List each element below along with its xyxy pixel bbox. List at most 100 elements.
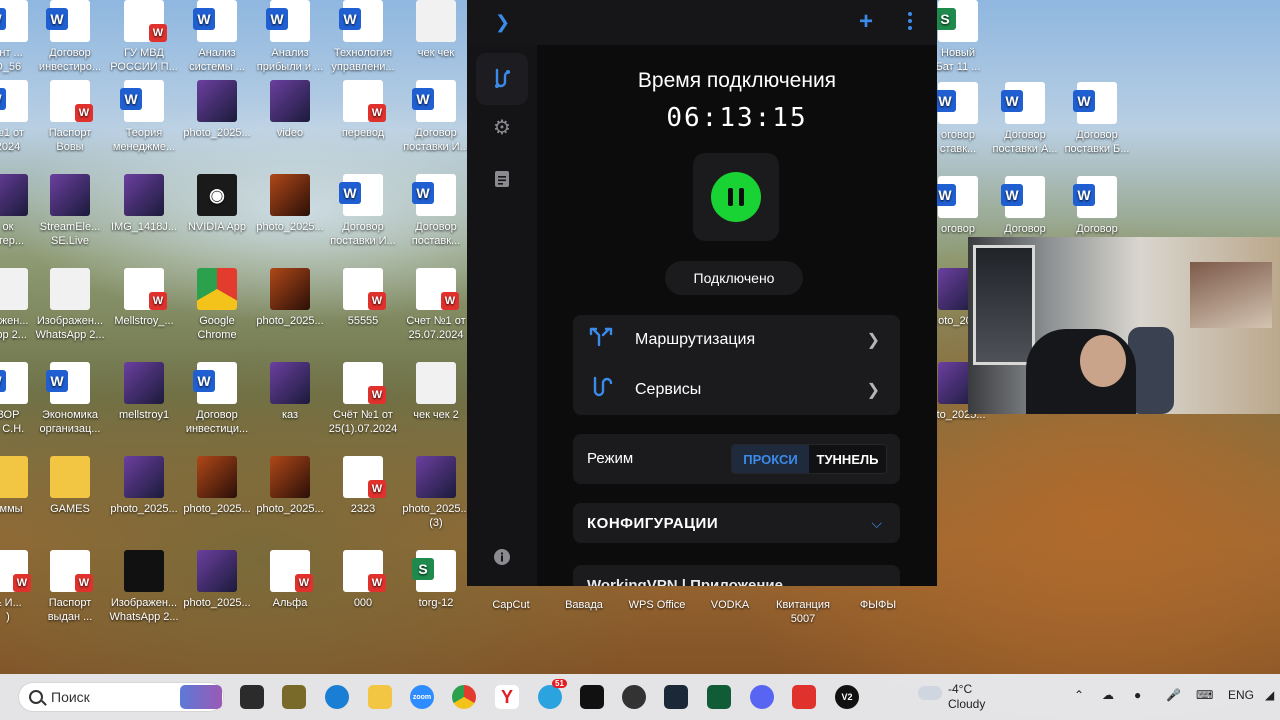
tray-chevron-icon[interactable]: ⌃ [1074, 688, 1084, 702]
edge-icon[interactable] [325, 685, 349, 709]
widget-icon[interactable] [180, 685, 222, 709]
desktop-bottom-icon-3[interactable]: VODKA [690, 598, 770, 612]
logs-nav-button[interactable] [476, 153, 528, 205]
desktop-icon-3[interactable]: Анализ системы ... [177, 0, 257, 74]
capcut-icon[interactable] [580, 685, 604, 709]
language-indicator[interactable]: ENG [1228, 688, 1254, 702]
wps-icon[interactable] [792, 685, 816, 709]
desktop-right-icon-3[interactable]: Договор поставки Б... [1057, 82, 1137, 156]
zoom-icon[interactable]: zoom [410, 685, 434, 709]
desktop-icon-4[interactable]: Анализ прибыли и ... [250, 0, 330, 74]
file-icon [50, 80, 93, 122]
desktop-icon-6[interactable]: чек чек [396, 0, 476, 60]
tunnel-mode-option[interactable]: ТУННЕЛЬ [809, 445, 886, 473]
desktop-icon-26[interactable]: 55555 [323, 268, 403, 328]
weather-widget[interactable]: -4°C Cloudy [918, 682, 985, 712]
desktop-icon-36[interactable]: GAMES [30, 456, 110, 516]
info-nav-button[interactable] [476, 531, 528, 583]
task-view-icon[interactable] [240, 685, 264, 709]
pause-button[interactable] [711, 172, 761, 222]
app-icon[interactable] [707, 685, 731, 709]
desktop-icon-44[interactable]: Изображен... WhatsApp 2... [104, 550, 184, 624]
desktop-icon-2[interactable]: ГУ МВД РОССИИ П... [104, 0, 184, 74]
desktop-icon-15[interactable]: StreamEle... SE.Live [30, 174, 110, 248]
search-icon [29, 690, 43, 704]
desktop-bottom-icon-2[interactable]: WPS Office [617, 598, 697, 612]
desktop-icon-40[interactable]: 2323 [323, 456, 403, 516]
desktop-icon-22[interactable]: Изображен... WhatsApp 2... [30, 268, 110, 342]
file-icon [46, 0, 90, 42]
wifi-icon[interactable]: ◢ [1265, 688, 1274, 702]
file-explorer-icon[interactable] [368, 685, 392, 709]
pause-bar-icon [728, 188, 733, 206]
search-placeholder: Поиск [51, 689, 90, 705]
routing-menu-item[interactable]: Маршрутизация ❯ [573, 315, 900, 365]
desktop-icon-8[interactable]: Паспорт Вовы [30, 80, 110, 154]
v2-app-icon[interactable]: V2 [835, 685, 859, 709]
desktop-icon-31[interactable]: Договор инвестици... [177, 362, 257, 436]
desktop-icon-label: Технология управлени... [331, 47, 395, 73]
file-icon [1001, 82, 1045, 124]
desktop-icon-16[interactable]: IMG_1418J... [104, 174, 184, 234]
steam-icon[interactable] [664, 685, 688, 709]
desktop-icon-1[interactable]: Договор инвестиро... [30, 0, 110, 74]
obs-tray-icon[interactable]: ● [1134, 688, 1141, 702]
desktop-icon-30[interactable]: mellstroy1 [104, 362, 184, 422]
desktop-icon-47[interactable]: 000 [323, 550, 403, 610]
keyboard-icon[interactable]: ⌨ [1196, 688, 1213, 702]
connection-nav-button[interactable] [476, 53, 528, 105]
desktop-icon-39[interactable]: photo_2025... [250, 456, 330, 516]
taskbar: Поиск zoom Y 51 V2 -4°C Cloudy ⌃ ☁ ● 🎤 ⌨… [0, 674, 1280, 720]
desktop-bottom-icon-0[interactable]: CapCut [471, 598, 551, 612]
desktop-icon-23[interactable]: Mellstroy_... [104, 268, 184, 328]
desktop-icon-34[interactable]: чек чек 2 [396, 362, 476, 422]
desktop-icon-27[interactable]: Счет №1 от 25.07.2024 [396, 268, 476, 342]
desktop-right-icon-2[interactable]: Договор поставки А... [985, 82, 1065, 156]
desktop-icon-17[interactable]: ◉ NVIDIA App [177, 174, 257, 234]
desktop-icon-12[interactable]: перевод [323, 80, 403, 140]
desktop-icon-9[interactable]: Теория менеджме... [104, 80, 184, 154]
settings-nav-button[interactable]: ⚙ [476, 101, 528, 153]
desktop-icon-25[interactable]: photo_2025... [250, 268, 330, 328]
desktop-icon-45[interactable]: photo_2025... [177, 550, 257, 610]
chrome-icon[interactable] [452, 685, 476, 709]
desktop-bottom-icon-1[interactable]: Вавада [544, 598, 624, 612]
desktop-icon-19[interactable]: Договор поставки И... [323, 174, 403, 248]
notes-app-icon[interactable] [282, 685, 306, 709]
desktop-right-icon-6[interactable]: Договор [1057, 176, 1137, 236]
more-menu-icon[interactable] [907, 12, 913, 30]
pause-button-container [693, 153, 779, 241]
desktop-icon-10[interactable]: photo_2025... [177, 80, 257, 140]
desktop-icon-32[interactable]: каз [250, 362, 330, 422]
telegram-icon[interactable]: 51 [538, 679, 567, 709]
configurations-label: КОНФИГУРАЦИИ [587, 515, 719, 532]
desktop-icon-13[interactable]: Договор поставки И... [396, 80, 476, 154]
yandex-icon[interactable]: Y [495, 685, 519, 709]
desktop-right-icon-5[interactable]: Договор [985, 176, 1065, 236]
desktop-icon-11[interactable]: video [250, 80, 330, 140]
desktop-icon-29[interactable]: Экономика организац... [30, 362, 110, 436]
desktop-icon-48[interactable]: torg-12 [396, 550, 476, 610]
discord-icon[interactable] [750, 685, 774, 709]
proxy-mode-option[interactable]: ПРОКСИ [732, 445, 809, 473]
desktop-icon-18[interactable]: photo_2025... [250, 174, 330, 234]
desktop-icon-46[interactable]: Альфа [250, 550, 330, 610]
desktop-icon-43[interactable]: Паспорт выдан ... [30, 550, 110, 624]
config-item[interactable]: WorkingVPN | Приложение [573, 565, 900, 586]
obs-icon[interactable] [622, 685, 646, 709]
expand-chevron-icon[interactable]: ❯ [495, 12, 510, 33]
desktop-bottom-icon-4[interactable]: Квитанция 5007 [763, 598, 843, 626]
desktop-bottom-icon-5[interactable]: ФЫФЫ [838, 598, 918, 612]
microphone-icon[interactable]: 🎤 [1166, 688, 1181, 702]
desktop-icon-5[interactable]: Технология управлени... [323, 0, 403, 74]
configurations-header[interactable]: КОНФИГУРАЦИИ ⌵ [573, 503, 900, 543]
desktop-icon-24[interactable]: Google Chrome [177, 268, 257, 342]
desktop-icon-41[interactable]: photo_2025... (3) [396, 456, 476, 530]
services-menu-item[interactable]: Сервисы ❯ [573, 365, 900, 415]
desktop-icon-37[interactable]: photo_2025... [104, 456, 184, 516]
desktop-icon-20[interactable]: Договор поставк... [396, 174, 476, 248]
cloud-sync-icon[interactable]: ☁ [1102, 688, 1114, 702]
desktop-icon-38[interactable]: photo_2025... [177, 456, 257, 516]
add-config-button[interactable]: + [859, 8, 873, 36]
desktop-icon-33[interactable]: Счёт №1 от 25(1).07.2024 [323, 362, 403, 436]
